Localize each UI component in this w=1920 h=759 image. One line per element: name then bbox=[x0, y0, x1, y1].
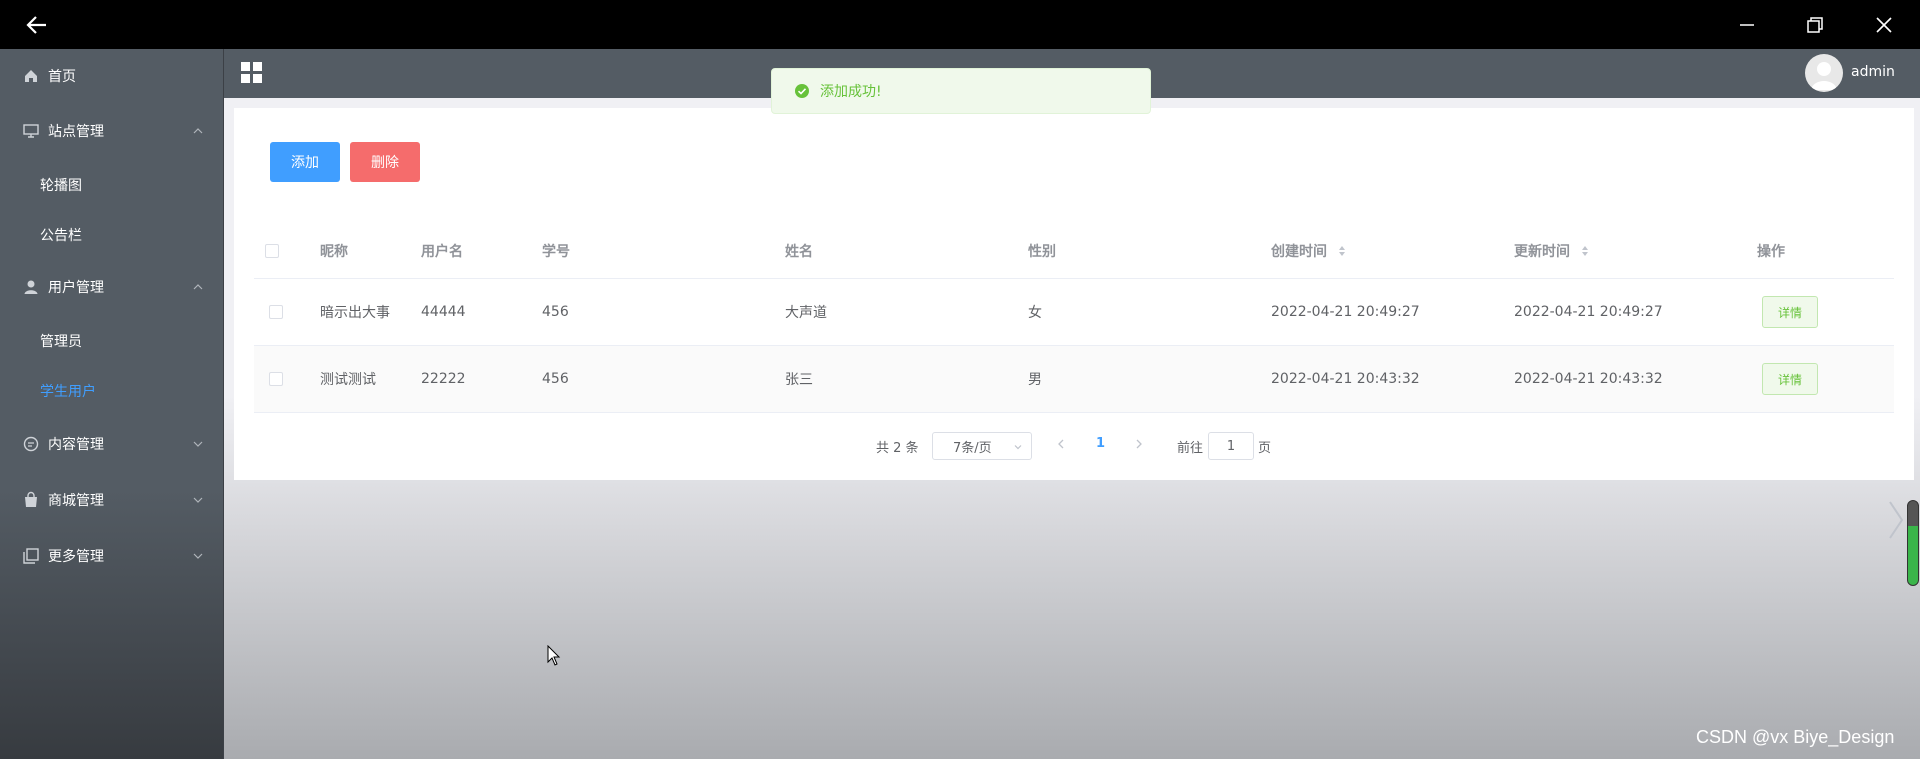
chevron-right-icon[interactable] bbox=[1886, 500, 1906, 540]
sidebar-item-label: 首页 bbox=[48, 69, 76, 85]
sidebar-item-mall-management[interactable]: 商城管理 bbox=[0, 480, 224, 520]
sidebar: 首页 站点管理 轮播图 公告栏 用户管理 管理员 学生用户 内容管理 商城管理 … bbox=[0, 49, 224, 759]
cell-gender: 女 bbox=[1028, 305, 1042, 321]
cell-updated: 2022-04-21 20:49:27 bbox=[1514, 304, 1663, 320]
cell-student-no: 456 bbox=[542, 371, 569, 387]
chevron-down-icon bbox=[193, 553, 203, 559]
pagination-total: 共 2 条 bbox=[876, 441, 919, 456]
chevron-up-icon bbox=[193, 128, 203, 134]
next-page-icon[interactable] bbox=[1134, 437, 1144, 451]
goto-page-input[interactable] bbox=[1208, 432, 1254, 460]
detail-button[interactable]: 详情 bbox=[1762, 296, 1818, 328]
cell-username: 44444 bbox=[421, 304, 466, 320]
column-header-student-no: 学号 bbox=[542, 244, 570, 260]
user-icon bbox=[24, 280, 38, 294]
sidebar-item-admin[interactable]: 管理员 bbox=[0, 321, 224, 361]
sidebar-item-label: 学生用户 bbox=[40, 384, 96, 400]
sidebar-item-label: 内容管理 bbox=[48, 437, 104, 453]
cell-created: 2022-04-21 20:43:32 bbox=[1271, 371, 1420, 387]
sidebar-item-more-management[interactable]: 更多管理 bbox=[0, 536, 224, 576]
chevron-up-icon bbox=[193, 284, 203, 290]
table-row: 暗示出大事 44444 456 大声道 女 2022-04-21 20:49:2… bbox=[254, 279, 1894, 346]
chat-icon bbox=[23, 436, 39, 452]
copy-icon bbox=[23, 548, 39, 564]
select-all-checkbox[interactable] bbox=[265, 244, 279, 258]
cell-nickname: 测试测试 bbox=[320, 372, 376, 388]
sidebar-item-label: 轮播图 bbox=[40, 178, 82, 194]
sidebar-item-label: 商城管理 bbox=[48, 493, 104, 509]
table-header-row: 昵称 用户名 学号 姓名 性别 创建时间 更新时间 操作 bbox=[254, 224, 1894, 279]
current-page-number[interactable]: 1 bbox=[1096, 436, 1105, 451]
sidebar-item-carousel[interactable]: 轮播图 bbox=[0, 165, 224, 205]
minimize-icon[interactable] bbox=[1734, 12, 1760, 38]
monitor-icon bbox=[23, 124, 39, 138]
sidebar-item-label: 公告栏 bbox=[40, 228, 82, 244]
page-size-select[interactable]: 7条/页 bbox=[932, 432, 1032, 460]
sidebar-item-notice[interactable]: 公告栏 bbox=[0, 215, 224, 255]
add-button[interactable]: 添加 bbox=[270, 142, 340, 182]
chevron-down-icon bbox=[193, 497, 203, 503]
restore-icon[interactable] bbox=[1802, 12, 1828, 38]
sidebar-item-label: 站点管理 bbox=[48, 124, 104, 140]
sidebar-item-site-management[interactable]: 站点管理 bbox=[0, 111, 224, 151]
sidebar-item-content-management[interactable]: 内容管理 bbox=[0, 424, 224, 464]
goto-suffix: 页 bbox=[1258, 441, 1272, 456]
side-scroll-handle[interactable] bbox=[1907, 500, 1919, 586]
cell-nickname: 暗示出大事 bbox=[320, 305, 390, 321]
home-icon bbox=[25, 70, 37, 82]
cell-created: 2022-04-21 20:49:27 bbox=[1271, 304, 1420, 320]
cell-username: 22222 bbox=[421, 371, 466, 387]
row-checkbox[interactable] bbox=[269, 305, 283, 319]
page-size-value: 7条/页 bbox=[953, 440, 992, 456]
row-checkbox[interactable] bbox=[269, 372, 283, 386]
watermark-text: CSDN @vx Biye_Design bbox=[1696, 727, 1895, 747]
sidebar-item-student-users[interactable]: 学生用户 bbox=[0, 371, 224, 411]
sidebar-item-user-management[interactable]: 用户管理 bbox=[0, 267, 224, 307]
window-titlebar bbox=[0, 0, 1920, 49]
column-header-gender: 性别 bbox=[1028, 244, 1056, 260]
goto-label: 前往 bbox=[1177, 441, 1204, 456]
avatar[interactable] bbox=[1805, 54, 1843, 92]
success-check-icon bbox=[795, 84, 809, 98]
chevron-down-icon bbox=[193, 441, 203, 447]
cell-name: 大声道 bbox=[785, 305, 827, 321]
cell-name: 张三 bbox=[785, 372, 813, 388]
cell-student-no: 456 bbox=[542, 304, 569, 320]
chevron-down-icon bbox=[1014, 445, 1022, 450]
column-header-label: 创建时间 bbox=[1271, 244, 1327, 260]
sidebar-item-label: 管理员 bbox=[40, 334, 82, 350]
mouse-cursor-icon bbox=[547, 645, 561, 666]
shopping-bag-icon bbox=[25, 491, 37, 507]
toast-message: 添加成功! bbox=[820, 84, 882, 100]
column-header-created[interactable]: 创建时间 bbox=[1271, 241, 1346, 261]
column-header-username: 用户名 bbox=[421, 244, 463, 260]
back-arrow-icon[interactable] bbox=[24, 12, 50, 38]
sidebar-item-label: 用户管理 bbox=[48, 280, 104, 296]
header-username[interactable]: admin bbox=[1851, 64, 1895, 80]
sort-icon[interactable] bbox=[1581, 245, 1589, 257]
table-row: 测试测试 22222 456 张三 男 2022-04-21 20:43:32 … bbox=[254, 346, 1894, 413]
column-header-name: 姓名 bbox=[785, 244, 813, 260]
cell-updated: 2022-04-21 20:43:32 bbox=[1514, 371, 1663, 387]
prev-page-icon[interactable] bbox=[1056, 437, 1066, 451]
column-header-updated[interactable]: 更新时间 bbox=[1514, 241, 1589, 261]
sidebar-item-label: 更多管理 bbox=[48, 549, 104, 565]
success-toast: 添加成功! bbox=[771, 68, 1151, 114]
sidebar-item-home[interactable]: 首页 bbox=[0, 56, 224, 96]
column-header-nickname: 昵称 bbox=[320, 244, 348, 260]
detail-button[interactable]: 详情 bbox=[1762, 363, 1818, 395]
close-icon[interactable] bbox=[1871, 12, 1897, 38]
delete-button[interactable]: 删除 bbox=[350, 142, 420, 182]
column-header-action: 操作 bbox=[1757, 244, 1785, 260]
sort-icon[interactable] bbox=[1338, 245, 1346, 257]
cell-gender: 男 bbox=[1028, 372, 1042, 388]
column-header-label: 更新时间 bbox=[1514, 244, 1570, 260]
user-avatar-icon bbox=[1811, 62, 1837, 90]
